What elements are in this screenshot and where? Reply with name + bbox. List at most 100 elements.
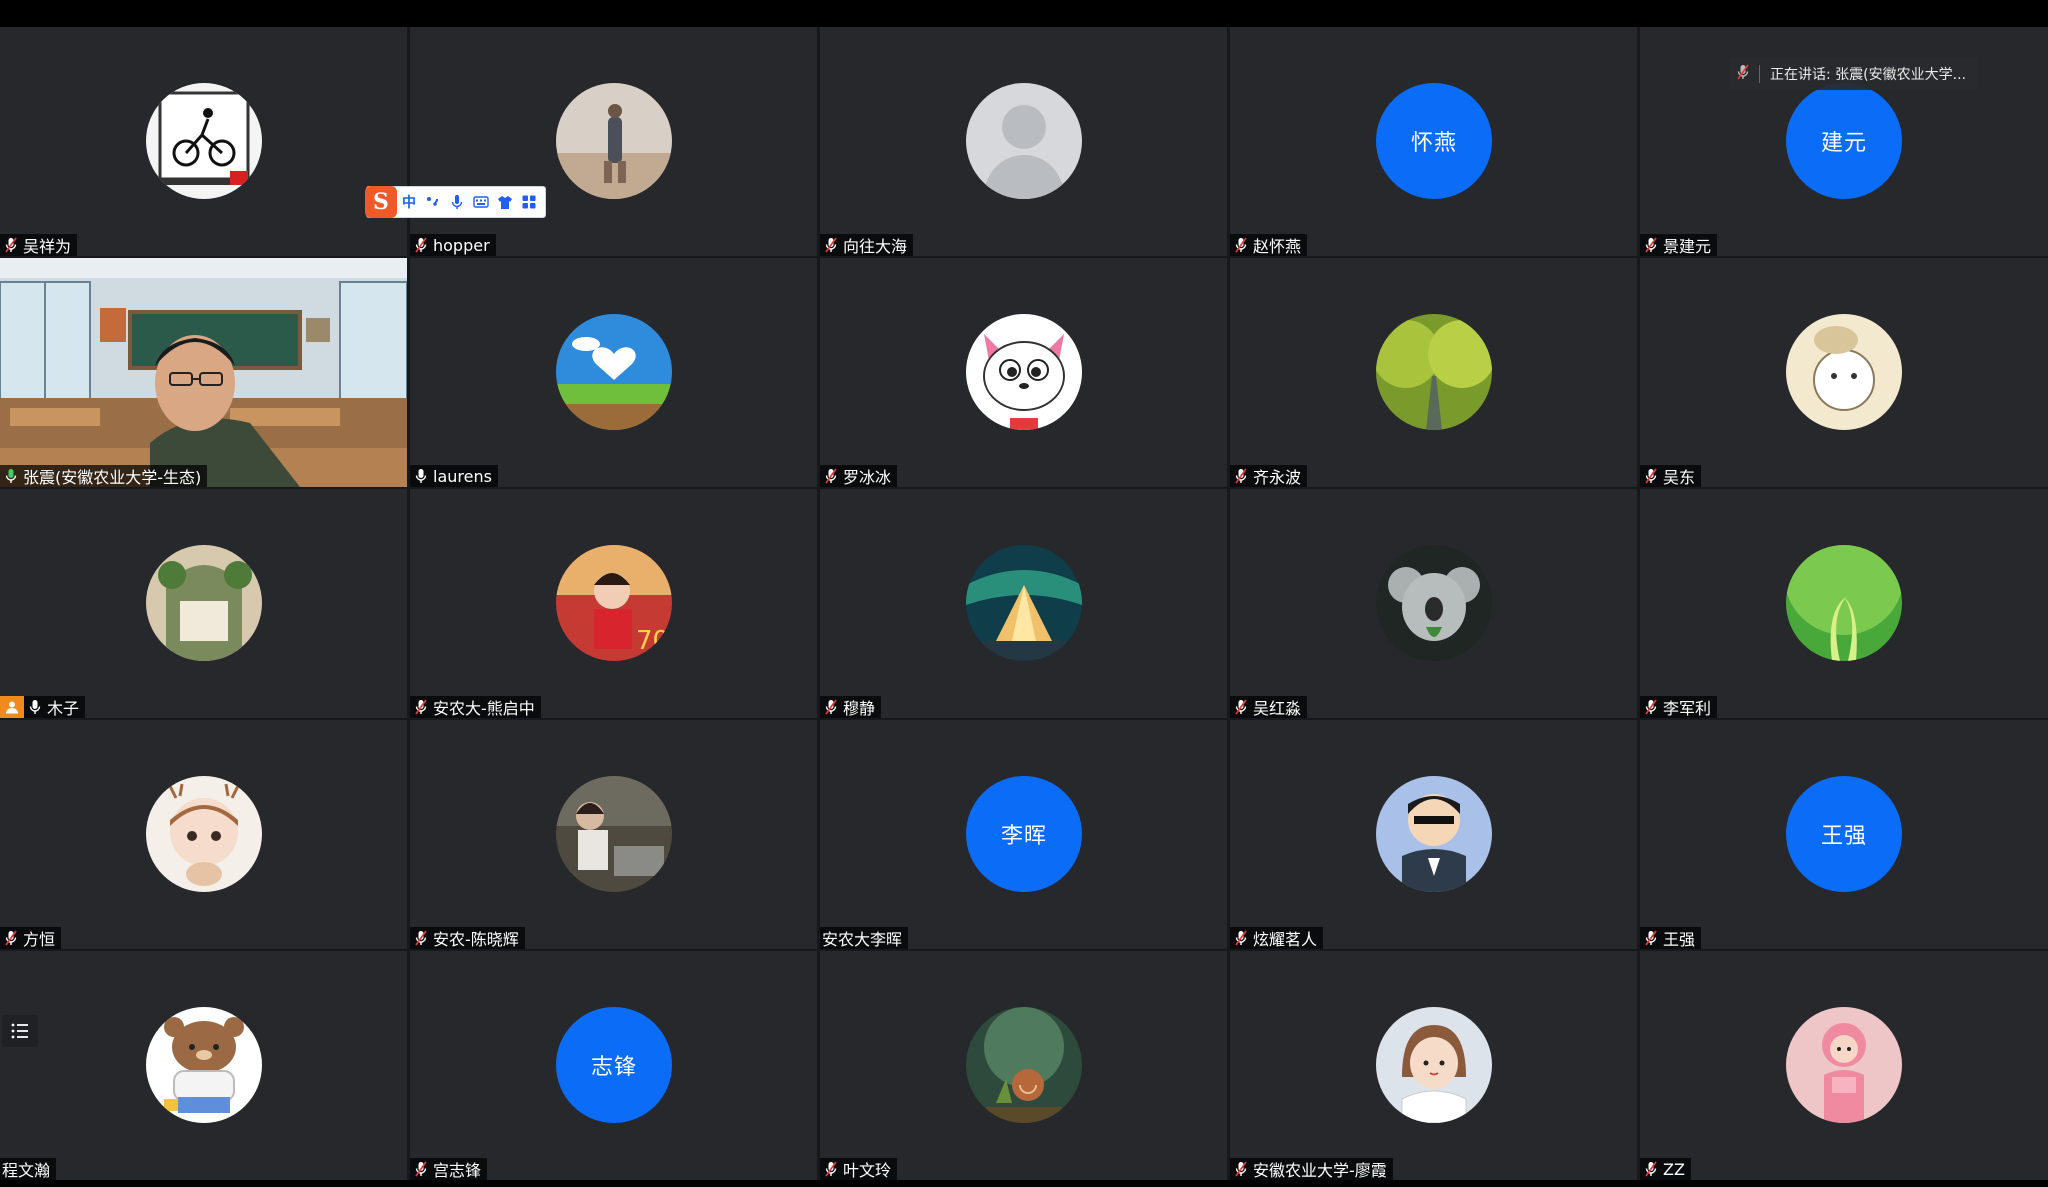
- participant-tile[interactable]: 向往大海: [820, 27, 1227, 256]
- participant-tile[interactable]: laurens: [410, 258, 817, 487]
- participant-tile[interactable]: 李军利: [1640, 489, 2048, 718]
- participant-name: 安农-陈晓辉: [433, 930, 519, 949]
- divider: [1759, 65, 1760, 83]
- participant-tile[interactable]: 齐永波: [1230, 258, 1637, 487]
- participant-tile[interactable]: 穆静: [820, 489, 1227, 718]
- participant-tile[interactable]: 方恒: [0, 720, 407, 949]
- participant-tile[interactable]: 怀燕 赵怀燕: [1230, 27, 1637, 256]
- muted-mic-icon: [412, 1158, 430, 1180]
- ime-mode-button[interactable]: 中: [397, 190, 421, 214]
- avatar-image: [1786, 314, 1902, 430]
- cartoon-cat-image: [966, 314, 1082, 430]
- participant-tile[interactable]: 木子: [0, 489, 407, 718]
- avatar-image: [1376, 1007, 1492, 1123]
- participant-name: laurens: [433, 466, 492, 486]
- participant-tile[interactable]: 安徽农业大学-廖霞: [1230, 951, 1637, 1180]
- avatar-image: [1376, 776, 1492, 892]
- sogou-logo-icon[interactable]: S: [365, 186, 397, 218]
- avatar-initials-text: 怀燕: [1410, 131, 1457, 156]
- participant-name-bar: 安农大-熊启中: [410, 696, 541, 718]
- green-sprout-image: [1786, 545, 1902, 661]
- avatar-initials: 怀燕: [1376, 83, 1492, 199]
- ime-toolbar[interactable]: S 中: [365, 186, 546, 218]
- cartoon-boy-suit-image: [1376, 776, 1492, 892]
- participant-name: 炫耀茗人: [1253, 930, 1318, 949]
- avatar-initials-text: 建元: [1820, 131, 1867, 156]
- muted-mic-icon: [822, 696, 840, 718]
- active-speaker-label: 正在讲话: 张震(安徽农业大学...: [1770, 67, 1966, 83]
- aurora-tent-image: [966, 545, 1082, 661]
- participant-tile[interactable]: 吴东: [1640, 258, 2048, 487]
- participant-list-button[interactable]: [2, 1015, 38, 1047]
- participant-name-bar: 宫志锋: [410, 1158, 488, 1180]
- avatar-image: [966, 83, 1082, 199]
- participant-name: 安徽农业大学-廖霞: [1253, 1161, 1387, 1180]
- participant-tile[interactable]: hopper: [410, 27, 817, 256]
- punctuation-icon[interactable]: [421, 190, 445, 214]
- participant-name-bar: 吴祥为: [0, 234, 78, 256]
- brown-bear-image: [146, 1007, 262, 1123]
- avatar-image: [556, 83, 672, 199]
- participant-tile[interactable]: 70 安农大-熊启中: [410, 489, 817, 718]
- avatar-image: [1786, 1007, 1902, 1123]
- bottom-bar: [0, 1180, 2048, 1187]
- garden-window-image: [146, 545, 262, 661]
- participant-name: 齐永波: [1253, 468, 1302, 487]
- muted-mic-icon: [2, 927, 20, 949]
- participant-tile[interactable]: ZZ: [1640, 951, 2048, 1180]
- participant-name: 安农大-熊启中: [433, 699, 535, 718]
- muted-mic-icon: [1642, 465, 1660, 487]
- participant-tile[interactable]: 安农-陈晓辉: [410, 720, 817, 949]
- participant-name-bar: 叶文玲: [820, 1158, 898, 1180]
- participant-tile[interactable]: 吴红淼: [1230, 489, 1637, 718]
- participant-tile[interactable]: 罗冰冰: [820, 258, 1227, 487]
- participant-tile[interactable]: 叶文玲: [820, 951, 1227, 1180]
- participant-name-bar: 吴红淼: [1230, 696, 1308, 718]
- svg-text:70: 70: [636, 626, 669, 656]
- avatar-image: 70: [556, 545, 672, 661]
- muted-mic-icon: [1232, 927, 1250, 949]
- meeting-window: 吴祥为 hopper 向往大海 怀燕 赵怀燕 建元景建元张震(安徽农业大学-生态) laur…: [0, 0, 2048, 1187]
- koala-image: [1376, 545, 1492, 661]
- participant-name-bar: 木子: [0, 696, 86, 718]
- muted-mic-icon: [1232, 696, 1250, 718]
- avatar-initials: 建元: [1786, 83, 1902, 199]
- beach-photo-image: [556, 83, 672, 199]
- muted-mic-icon: [412, 927, 430, 949]
- participant-tile[interactable]: 李晖 安农大李晖: [820, 720, 1227, 949]
- participant-tile[interactable]: 炫耀茗人: [1230, 720, 1637, 949]
- muted-mic-icon: [412, 696, 430, 718]
- avatar-image: [556, 776, 672, 892]
- muted-mic-icon: [1232, 1158, 1250, 1180]
- participant-tile[interactable]: 志锋宫志锋: [410, 951, 817, 1180]
- participant-name: 吴红淼: [1253, 699, 1302, 718]
- participant-tile[interactable]: 王强 王强: [1640, 720, 2048, 949]
- participant-name-bar: 安农-陈晓辉: [410, 927, 525, 949]
- skin-shirt-icon[interactable]: [493, 190, 517, 214]
- active-speaker-indicator: 正在讲话: 张震(安徽农业大学...: [1729, 58, 1978, 90]
- child-photo-image: 70: [556, 545, 672, 661]
- participant-name: 叶文玲: [843, 1161, 892, 1180]
- host-icon: [0, 696, 24, 718]
- participant-name: 李军利: [1663, 699, 1712, 718]
- avatar-initials-text: 志锋: [590, 1055, 637, 1080]
- child-sitting-image: [556, 776, 672, 892]
- microphone-icon[interactable]: [445, 190, 469, 214]
- cartoon-bunny-image: [1786, 314, 1902, 430]
- participant-name: ZZ: [1663, 1159, 1685, 1179]
- avatar-image: [966, 314, 1082, 430]
- participant-tile[interactable]: 张震(安徽农业大学-生态): [0, 258, 407, 487]
- participant-tile[interactable]: 程文瀚: [0, 951, 407, 1180]
- participant-name-bar: ZZ: [1640, 1158, 1691, 1180]
- participant-tile[interactable]: 吴祥为: [0, 27, 407, 256]
- participant-name: 景建元: [1663, 237, 1712, 256]
- participant-name-bar: 齐永波: [1230, 465, 1308, 487]
- snail-image: [966, 1007, 1082, 1123]
- keyboard-icon[interactable]: [469, 190, 493, 214]
- speaking-mic-icon: [2, 465, 20, 487]
- muted-mic-icon: [1642, 234, 1660, 256]
- grid-apps-icon[interactable]: [517, 190, 541, 214]
- muted-mic-icon: [1232, 465, 1250, 487]
- participant-name: 王强: [1663, 930, 1696, 949]
- cyclist-drawing-image: [146, 83, 262, 199]
